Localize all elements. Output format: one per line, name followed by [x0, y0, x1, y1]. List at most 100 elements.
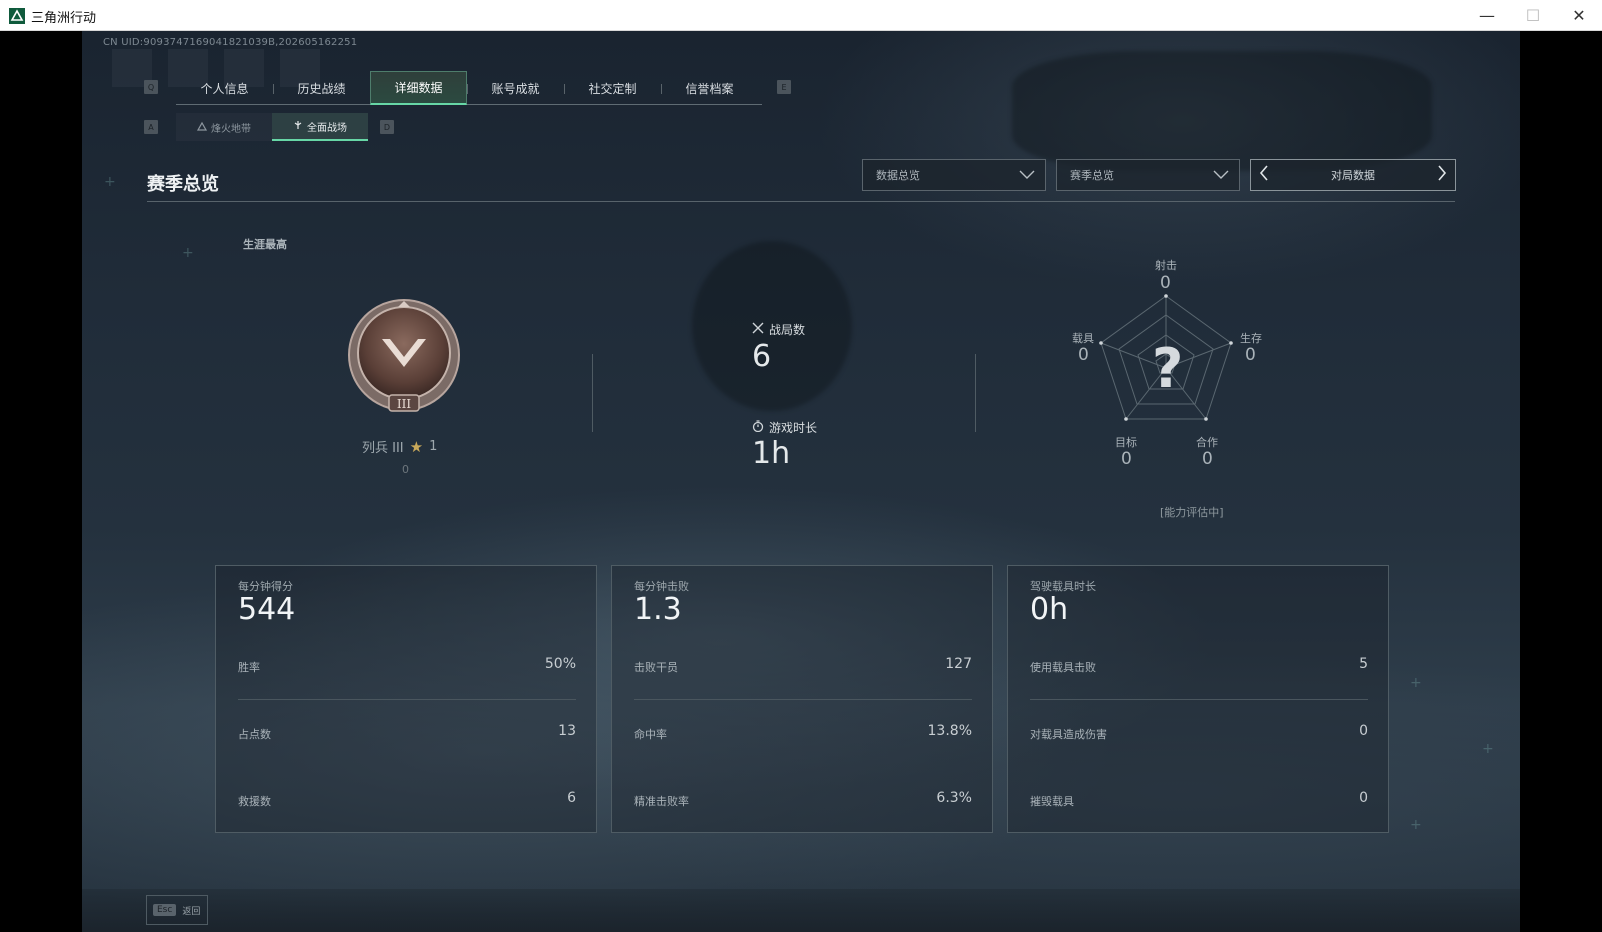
playtime-label: 游戏时长	[769, 421, 818, 435]
match-data-pager: 对局数据	[1250, 159, 1456, 191]
back-label: 返回	[182, 906, 201, 917]
kills-card: 每分钟击败 1.3 击败干员 127 命中率 13.8% 精准击败率 6.3%	[611, 565, 993, 833]
rank-name: 列兵 III	[362, 441, 404, 456]
row-label: 击败干员	[634, 661, 678, 674]
card-row: 击败干员 127	[634, 656, 972, 676]
radar-objective-value: 0	[1121, 449, 1132, 469]
tab-social-customization[interactable]: 社交定制	[564, 71, 661, 105]
back-button[interactable]: Esc 返回	[146, 895, 208, 925]
minimize-button[interactable]: —	[1464, 0, 1510, 31]
card-divider	[634, 699, 972, 700]
playtime-value: 1h	[752, 436, 791, 471]
row-value: 0	[1359, 790, 1368, 806]
subtab-prev-key-hint: A	[144, 120, 158, 134]
card-big-value: 1.3	[634, 592, 682, 627]
rank-info: 列兵 III ★ 1	[362, 437, 438, 457]
main-tabs: 个人信息 历史战绩 详细数据 账号成就 社交定制 信誉档案	[176, 71, 762, 105]
radar-survival-value: 0	[1245, 345, 1256, 365]
career-highest-label: 生涯最高	[243, 238, 287, 251]
card-row: 使用载具击败 5	[1030, 656, 1368, 676]
chevron-down-icon	[1213, 168, 1229, 184]
subtab-hazard-zone[interactable]: 烽火地带	[176, 113, 272, 141]
row-value: 6	[567, 790, 576, 806]
subtab-label: 全面战场	[307, 122, 347, 134]
row-label: 胜率	[238, 661, 260, 674]
tab-detailed-data[interactable]: 详细数据	[370, 71, 467, 105]
card-divider	[1030, 699, 1368, 700]
radar-teamwork-label: 合作	[1196, 436, 1218, 449]
mode-subtabs: 烽火地带 全面战场	[176, 113, 368, 141]
dropdown-value: 数据总览	[876, 169, 920, 182]
chevron-right-icon[interactable]	[1437, 165, 1447, 185]
matches-stat: 战局数	[752, 321, 805, 338]
chevron-down-icon	[1019, 168, 1035, 184]
crosshair-mark: +	[104, 174, 116, 190]
crosshair-mark: +	[1482, 741, 1494, 757]
matches-value: 6	[752, 339, 772, 374]
svg-text:III: III	[397, 397, 411, 411]
app-logo-icon	[9, 8, 25, 24]
row-value: 127	[945, 656, 972, 672]
crosshair-mark: +	[182, 245, 194, 261]
section-title: 赛季总览	[147, 174, 219, 195]
stats-screen: + + + + + CN UID:9093747169041821039B,20…	[82, 31, 1520, 932]
row-label: 使用载具击败	[1030, 661, 1096, 674]
section-divider	[147, 201, 1455, 202]
tab-prev-key-hint: Q	[144, 80, 158, 94]
subtab-label: 烽火地带	[211, 123, 251, 135]
score-card: 每分钟得分 544 胜率 50% 占点数 13 救援数 6	[215, 565, 597, 833]
row-label: 占点数	[238, 728, 271, 741]
radar-vehicle-label: 载具	[1072, 332, 1094, 345]
dropdown-value: 赛季总览	[1070, 169, 1114, 182]
mountain-icon	[196, 121, 208, 134]
crosshair-mark: +	[1410, 675, 1422, 691]
tab-reputation-file[interactable]: 信誉档案	[661, 71, 758, 105]
playtime-stat: 游戏时长	[752, 419, 817, 436]
chevron-left-icon[interactable]	[1259, 165, 1269, 185]
close-button[interactable]: ✕	[1556, 0, 1602, 31]
vehicle-card: 驾驶载具时长 0h 使用载具击败 5 对载具造成伤害 0 摧毁载具 0	[1007, 565, 1389, 833]
radar-survival-label: 生存	[1240, 332, 1262, 345]
star-icon: ★	[409, 437, 424, 456]
row-label: 对载具造成伤害	[1030, 728, 1107, 741]
card-row: 精准击败率 6.3%	[634, 790, 972, 810]
radar-objective-label: 目标	[1115, 436, 1137, 449]
player-uid: CN UID:9093747169041821039B,202605162251	[103, 37, 358, 48]
row-value: 6.3%	[936, 790, 972, 806]
season-dropdown[interactable]: 赛季总览	[1056, 159, 1240, 191]
row-value: 5	[1359, 656, 1368, 672]
matches-label: 战局数	[769, 323, 806, 337]
row-label: 摧毁载具	[1030, 795, 1074, 808]
card-divider	[238, 699, 576, 700]
tab-achievements[interactable]: 账号成就	[467, 71, 564, 105]
rank-stars: 1	[429, 439, 438, 454]
tab-personal-info[interactable]: 个人信息	[176, 71, 273, 105]
maximize-button[interactable]: ☐	[1510, 0, 1556, 31]
card-big-value: 544	[238, 592, 296, 627]
data-overview-dropdown[interactable]: 数据总览	[862, 159, 1046, 191]
row-value: 0	[1359, 723, 1368, 739]
crossed-swords-icon	[752, 322, 764, 337]
tab-match-history[interactable]: 历史战绩	[273, 71, 370, 105]
card-row: 对载具造成伤害 0	[1030, 723, 1368, 743]
window-title: 三角洲行动	[31, 11, 97, 26]
subtab-full-battlefield[interactable]: 全面战场	[272, 113, 368, 141]
radar-shooting-label: 射击	[1155, 259, 1177, 272]
rank-badge-icon: III	[346, 297, 462, 413]
tab-next-key-hint: E	[777, 80, 791, 94]
card-row: 救援数 6	[238, 790, 576, 810]
subtab-next-key-hint: D	[380, 120, 394, 134]
background-structure	[1012, 51, 1432, 171]
radar-shooting-value: 0	[1160, 273, 1171, 293]
stopwatch-icon	[752, 420, 764, 435]
row-label: 精准击败率	[634, 795, 689, 808]
rank-points: 0	[402, 463, 409, 476]
footer-bar: Esc 返回	[82, 889, 1520, 932]
row-label: 命中率	[634, 728, 667, 741]
row-label: 救援数	[238, 795, 271, 808]
card-row: 摧毁载具 0	[1030, 790, 1368, 810]
row-value: 50%	[544, 656, 576, 672]
card-row: 胜率 50%	[238, 656, 576, 676]
vertical-divider	[975, 354, 976, 432]
crosshair-mark: +	[1410, 817, 1422, 833]
